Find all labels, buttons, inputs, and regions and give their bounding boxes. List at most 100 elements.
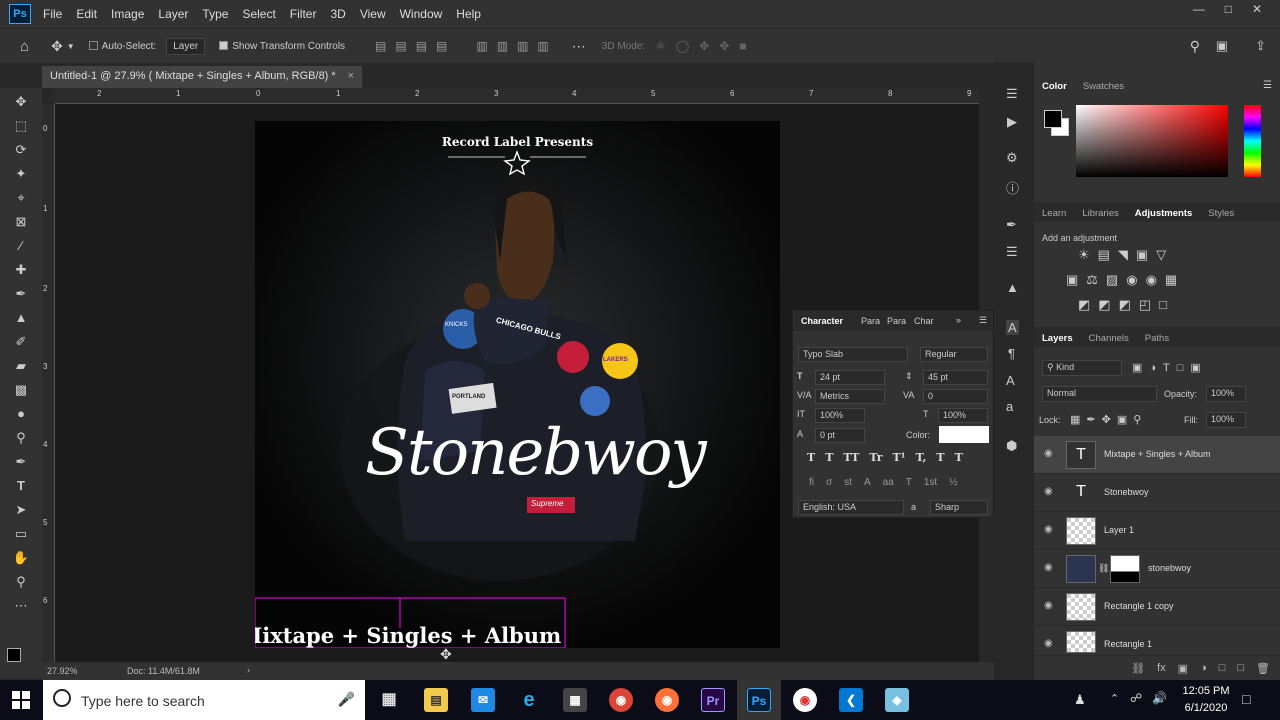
faux-italic-button[interactable]: T <box>825 451 833 464</box>
vertical-scale-input[interactable]: 100% <box>815 408 865 423</box>
crop-tool-icon[interactable]: ⌖ <box>11 188 31 208</box>
stylistic-alt-button[interactable]: st <box>844 477 852 488</box>
layer-mask-thumbnail[interactable] <box>1110 555 1140 583</box>
history-icon[interactable]: ☰ <box>1006 86 1018 102</box>
titling-button[interactable]: aa <box>883 477 894 488</box>
old-style-button[interactable]: σ <box>826 477 832 488</box>
info-icon[interactable]: ⓘ <box>1006 178 1019 197</box>
layer-row[interactable]: ◉ T Stonebwoy <box>1034 474 1280 512</box>
premiere-icon[interactable]: Pr <box>701 688 725 712</box>
people-icon[interactable]: ♟ <box>1074 692 1086 708</box>
microphone-icon[interactable]: 🎤 <box>338 691 355 708</box>
tab-paths[interactable]: Paths <box>1145 333 1169 344</box>
workspace-icon[interactable]: ▣ <box>1216 38 1228 54</box>
share-icon[interactable]: ⇪ <box>1255 38 1266 54</box>
lock-icons[interactable]: ▦✒✥▣⚲ <box>1070 413 1147 426</box>
add-mask-icon[interactable]: ▣ <box>1178 662 1188 675</box>
layer-select[interactable]: Layer <box>166 37 206 55</box>
tab-layers[interactable]: Layers <box>1042 333 1073 344</box>
blur-tool-icon[interactable]: ● <box>11 404 31 424</box>
menu-3d[interactable]: 3D <box>330 7 345 21</box>
menu-filter[interactable]: Filter <box>290 7 317 21</box>
properties-icon[interactable]: ⚙ <box>1006 150 1018 166</box>
chrome-icon[interactable]: ◉ <box>609 688 633 712</box>
font-style-select[interactable]: Regular <box>920 347 988 362</box>
faux-bold-button[interactable]: T <box>807 451 815 464</box>
layer-filter-kind[interactable]: ⚲ Kind <box>1042 360 1122 376</box>
eye-icon[interactable]: ◉ <box>1044 562 1053 573</box>
type-tool-icon[interactable]: T <box>11 476 31 496</box>
eye-icon[interactable]: ◉ <box>1044 486 1053 497</box>
swash-button[interactable]: A <box>864 477 871 488</box>
rectangle-tool-icon[interactable]: ▭ <box>11 524 31 544</box>
subscript-button[interactable]: T, <box>916 451 927 464</box>
auto-select-checkbox[interactable]: Auto-Select: <box>88 41 156 52</box>
horizontal-scale-input[interactable]: 100% <box>938 408 988 423</box>
tab-character-styles[interactable]: Char <box>914 316 934 326</box>
new-group-icon[interactable]: □ <box>1219 662 1226 674</box>
adjustment-icons-row1[interactable]: ☀▤◥▣▽ <box>1078 247 1174 263</box>
eyedropper-tool-icon[interactable]: ∕ <box>11 236 31 256</box>
glyphs-icon[interactable]: a <box>1006 399 1013 414</box>
leading-select[interactable]: 45 pt <box>923 370 988 385</box>
anti-alias-select[interactable]: Sharp <box>930 500 988 515</box>
panel-menu-icon[interactable]: ☰ <box>979 315 987 326</box>
3d-icon[interactable]: ⬢ <box>1006 438 1017 454</box>
underline-button[interactable]: T <box>936 451 944 464</box>
maximize-icon[interactable]: □ <box>1225 2 1232 16</box>
layer-row[interactable]: ◉ Layer 1 <box>1034 512 1280 550</box>
move-tool-icon[interactable]: ✥ <box>11 92 31 112</box>
language-select[interactable]: English: USA <box>798 500 904 515</box>
distribute-icons[interactable]: ▥▥▥▥ <box>476 39 557 53</box>
edge-icon[interactable]: e <box>517 688 541 712</box>
menu-window[interactable]: Window <box>400 7 443 21</box>
stamp-tool-icon[interactable]: ▲ <box>11 308 31 328</box>
quick-select-tool-icon[interactable]: ✦ <box>11 164 31 184</box>
more-tools-icon[interactable]: ⋯ <box>11 596 31 616</box>
eraser-tool-icon[interactable]: ▰ <box>11 356 31 376</box>
show-transform-checkbox[interactable]: Show Transform Controls <box>219 41 345 52</box>
taskbar-search[interactable]: Type here to search 🎤 <box>43 680 365 720</box>
character-panel-icon[interactable]: A <box>1006 320 1019 335</box>
adjustment-icons-row3[interactable]: ◩◩◩◰□ <box>1078 297 1175 313</box>
tab-learn[interactable]: Learn <box>1042 208 1066 219</box>
history-brush-icon[interactable]: ✐ <box>11 332 31 352</box>
gradient-tool-icon[interactable]: ▩ <box>11 380 31 400</box>
tab-paragraph-styles[interactable]: Para <box>887 316 906 326</box>
brush-tool-icon[interactable]: ✒ <box>11 284 31 304</box>
menu-type[interactable]: Type <box>202 7 228 21</box>
menu-view[interactable]: View <box>360 7 386 21</box>
baseline-shift-input[interactable]: 0 pt <box>815 428 865 443</box>
clock-date[interactable]: 6/1/2020 <box>1180 702 1232 714</box>
menu-help[interactable]: Help <box>456 7 481 21</box>
paragraph-icon[interactable]: ¶ <box>1008 346 1015 361</box>
pen-tool-icon[interactable]: ✒ <box>11 452 31 472</box>
tab-character[interactable]: Character <box>801 316 843 326</box>
filter-icons[interactable]: ▣◑T□▣ <box>1132 361 1208 374</box>
vscode-icon[interactable]: ❮ <box>839 688 863 712</box>
more-options-icon[interactable]: ⋯ <box>572 38 586 55</box>
layer-row[interactable]: ◉ ⛓ stonebwoy <box>1034 550 1280 588</box>
menu-image[interactable]: Image <box>111 7 144 21</box>
path-select-icon[interactable]: ➤ <box>11 500 31 520</box>
tab-color[interactable]: Color <box>1042 81 1067 92</box>
minimize-icon[interactable]: — <box>1193 2 1205 16</box>
fx-icon[interactable]: fx <box>1157 662 1166 674</box>
firefox-icon[interactable]: ◉ <box>655 688 679 712</box>
close-tab-icon[interactable]: × <box>348 66 354 86</box>
clock-time[interactable]: 12:05 PM <box>1180 685 1232 697</box>
search-icon[interactable]: ⚲ <box>1190 38 1200 55</box>
mail-icon[interactable]: ✉ <box>471 688 495 712</box>
panel-menu-icon[interactable]: ☰ <box>1263 80 1272 91</box>
store-icon[interactable]: ▦ <box>563 688 587 712</box>
eye-icon[interactable]: ◉ <box>1044 600 1053 611</box>
menu-select[interactable]: Select <box>242 7 275 21</box>
photoshop-taskbar-icon[interactable]: Ps <box>747 688 771 712</box>
align-icons[interactable]: ▤▤▤▤ <box>375 39 456 53</box>
layer-row[interactable]: ◉ T Mixtape + Singles + Album <box>1034 436 1280 474</box>
tab-paragraph[interactable]: Para <box>861 316 880 326</box>
font-family-select[interactable]: Typo Slab <box>798 347 908 362</box>
move-tool-icon[interactable]: ✥ <box>51 38 63 55</box>
tab-channels[interactable]: Channels <box>1089 333 1129 344</box>
strikethrough-button[interactable]: T <box>955 451 963 464</box>
